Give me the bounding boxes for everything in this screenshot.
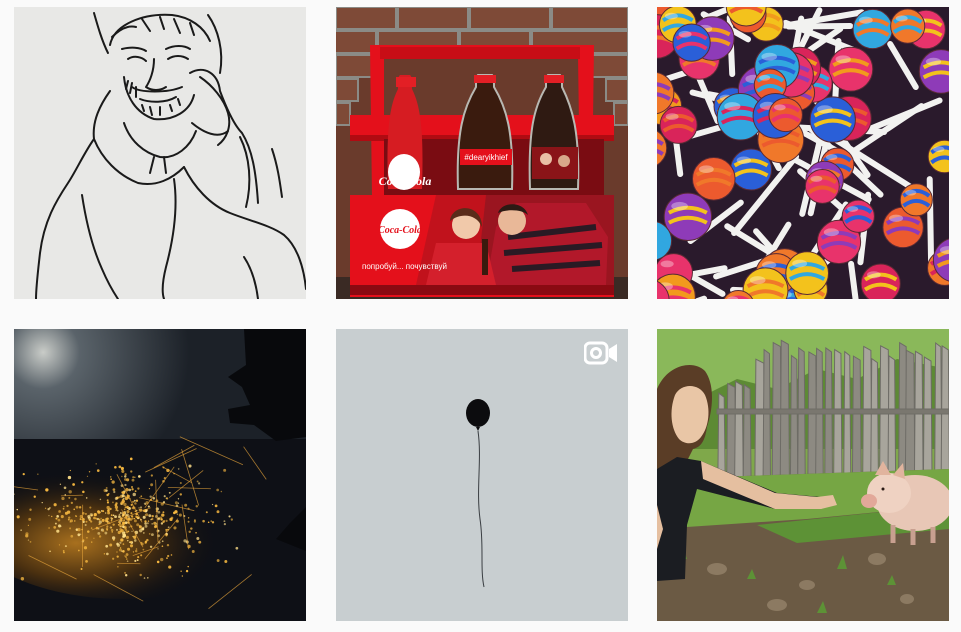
grid-post-3[interactable] bbox=[657, 7, 949, 299]
grid-post-1[interactable] bbox=[14, 7, 306, 299]
crate-caption: попробуй... почувствуй bbox=[362, 262, 447, 271]
grid-post-2[interactable]: Coca-Cola #dearyikhief Coca-Cola попробу… bbox=[336, 7, 628, 299]
bottle-label-left: Coca-Cola bbox=[379, 174, 432, 188]
crate-logo: Coca-Cola bbox=[378, 225, 422, 236]
post-image bbox=[657, 7, 949, 299]
post-image bbox=[14, 7, 306, 299]
grid-post-6[interactable] bbox=[657, 329, 949, 621]
video-camera-icon bbox=[584, 341, 617, 365]
post-image bbox=[14, 329, 306, 621]
post-image bbox=[657, 329, 949, 621]
grid-post-4[interactable] bbox=[14, 329, 306, 621]
bottle-label-middle: #dearyikhief bbox=[464, 153, 508, 162]
post-image: Coca-Cola #dearyikhief Coca-Cola попробу… bbox=[336, 7, 628, 299]
grid-post-5[interactable] bbox=[336, 329, 628, 621]
post-image bbox=[336, 329, 628, 621]
